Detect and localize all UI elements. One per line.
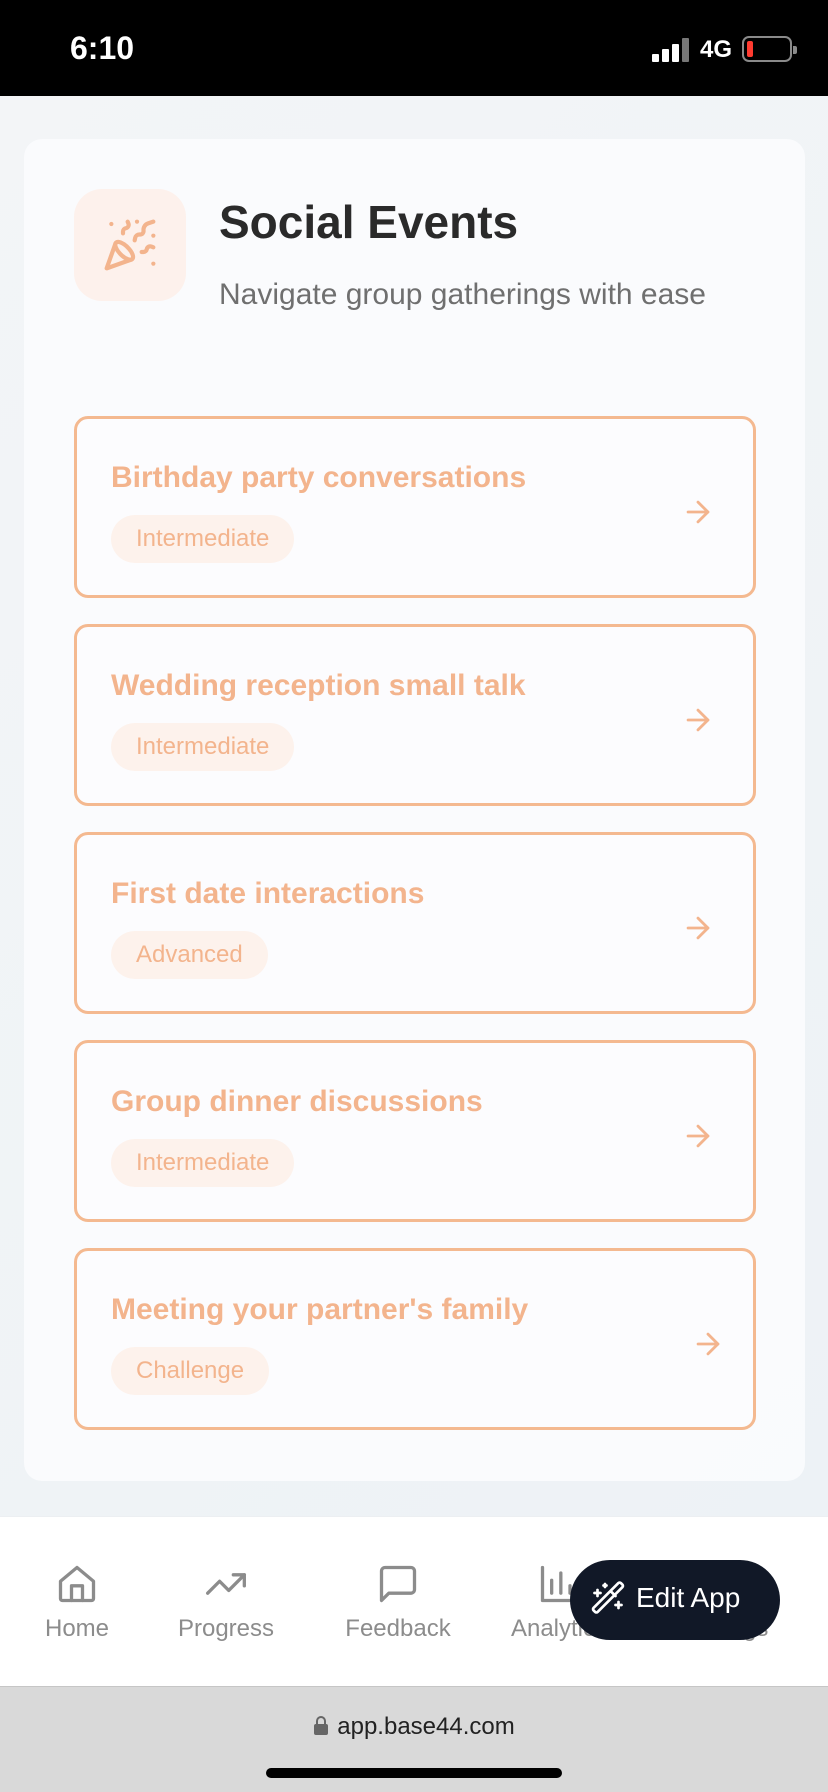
browser-url-bar: app.base44.com (0, 1686, 828, 1792)
topic-title: First date interactions (111, 877, 425, 910)
topic-item[interactable]: Wedding reception small talk Intermediat… (74, 624, 756, 806)
battery-icon (742, 36, 797, 62)
page-content: Social Events Navigate group gatherings … (0, 96, 828, 1516)
topic-item[interactable]: Birthday party conversations Intermediat… (74, 416, 756, 598)
difficulty-badge: Intermediate (111, 723, 295, 771)
message-square-icon (379, 1565, 417, 1603)
tab-progress[interactable]: Progress (151, 1561, 301, 1643)
status-bar: 6:10 4G (0, 0, 828, 96)
edit-app-button[interactable]: Edit App (570, 1560, 780, 1640)
tab-home[interactable]: Home (2, 1561, 152, 1643)
tab-label: Feedback (345, 1615, 451, 1642)
arrow-right-icon (696, 1332, 720, 1356)
tab-label: Progress (177, 1615, 275, 1642)
status-time: 6:10 (70, 30, 135, 66)
arrow-right-icon (686, 916, 710, 940)
edit-app-label: Edit App (636, 1582, 741, 1613)
arrow-right-icon (686, 500, 710, 524)
arrow-right-icon (686, 1124, 710, 1148)
topic-list: Birthday party conversations Intermediat… (74, 416, 756, 1456)
difficulty-badge: Intermediate (111, 515, 295, 563)
difficulty-badge: Challenge (111, 1347, 270, 1395)
tab-feedback[interactable]: Feedback (323, 1561, 473, 1643)
trending-up-icon (206, 1573, 246, 1595)
url-text: app.base44.com (337, 1713, 515, 1740)
home-indicator (266, 1768, 562, 1778)
lock-icon (314, 1716, 329, 1735)
magic-wand-icon (591, 1581, 625, 1614)
topic-item[interactable]: First date interactions Advanced (74, 832, 756, 1014)
signal-icon (652, 38, 690, 62)
category-card: Social Events Navigate group gatherings … (24, 139, 805, 1481)
tab-label: Home (44, 1615, 110, 1642)
topic-title: Group dinner discussions (111, 1085, 483, 1118)
page-subtitle: Navigate group gatherings with ease (219, 278, 706, 311)
arrow-right-icon (686, 708, 710, 732)
topic-item[interactable]: Meeting your partner's family Challenge (74, 1248, 756, 1430)
difficulty-badge: Intermediate (111, 1139, 295, 1187)
topic-title: Wedding reception small talk (111, 669, 526, 702)
network-label: 4G (700, 36, 733, 63)
home-icon (58, 1565, 96, 1603)
url-field[interactable]: app.base44.com (0, 1713, 828, 1741)
topic-item[interactable]: Group dinner discussions Intermediate (74, 1040, 756, 1222)
party-popper-icon (104, 219, 156, 271)
page-title: Social Events (219, 196, 519, 248)
category-icon-tile (74, 189, 186, 301)
topic-title: Meeting your partner's family (111, 1293, 529, 1326)
difficulty-badge: Advanced (111, 931, 268, 979)
topic-title: Birthday party conversations (111, 461, 527, 494)
